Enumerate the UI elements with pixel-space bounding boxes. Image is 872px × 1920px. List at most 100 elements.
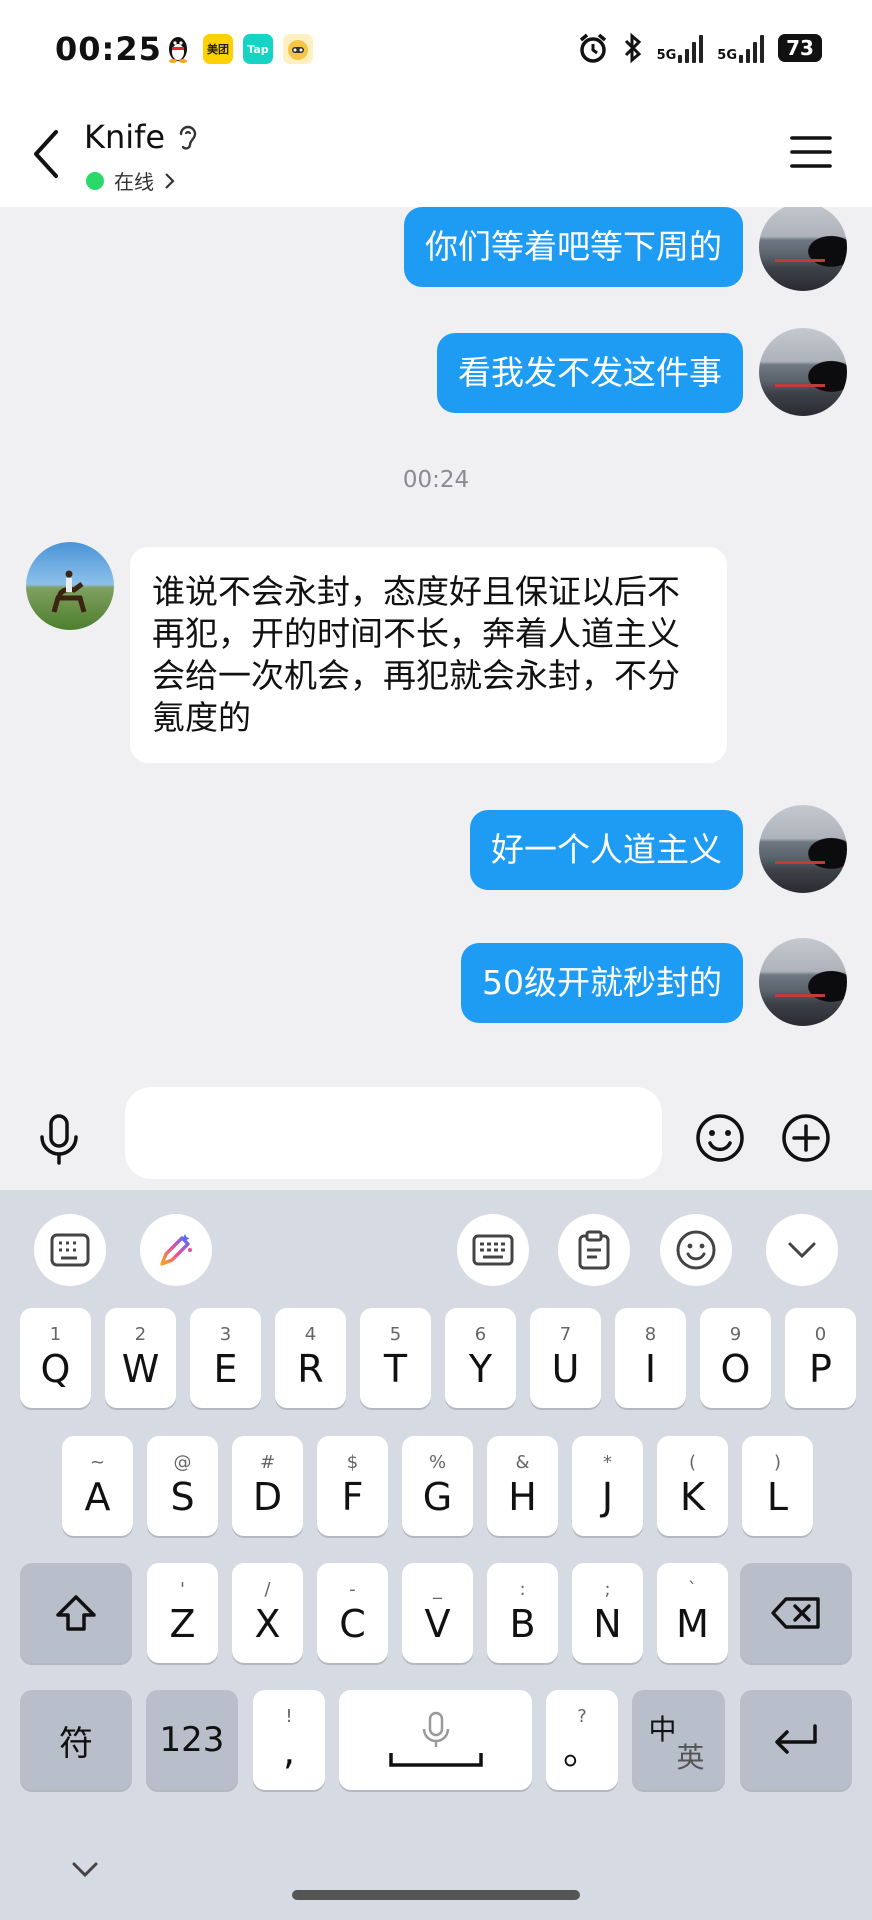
key-u[interactable]: 7U: [530, 1308, 601, 1408]
key-l[interactable]: ) L: [742, 1436, 813, 1536]
key-f[interactable]: $ F: [317, 1436, 388, 1536]
ear-icon: [176, 122, 200, 154]
key-hint: 6: [474, 1324, 487, 1345]
home-indicator[interactable]: [292, 1890, 580, 1900]
message-bubble-outgoing[interactable]: 看我发不发这件事: [437, 333, 743, 413]
key-g[interactable]: % G: [402, 1436, 473, 1536]
key-hint: ': [180, 1579, 185, 1600]
key-j[interactable]: * J: [572, 1436, 643, 1536]
key-hint: 3: [219, 1324, 232, 1345]
menu-button[interactable]: [790, 134, 832, 170]
message-bubble-incoming[interactable]: 谁说不会永封，态度好且保证以后不再犯，开的时间不长，奔着人道主义会给一次机会，再…: [130, 547, 727, 763]
back-button[interactable]: [28, 126, 68, 182]
tap-app-icon: Tap: [243, 34, 273, 64]
comma-key[interactable]: ! ,: [253, 1690, 325, 1790]
key-h[interactable]: & H: [487, 1436, 558, 1536]
keyboard-switch-button[interactable]: [457, 1214, 529, 1286]
voice-input-button[interactable]: [36, 1113, 82, 1165]
key-b[interactable]: :B: [487, 1563, 558, 1663]
message-bubble-outgoing[interactable]: 50级开就秒封的: [461, 943, 743, 1023]
key-n[interactable]: ; N: [572, 1563, 643, 1663]
self-avatar[interactable]: [759, 938, 847, 1026]
key-w[interactable]: 2W: [105, 1308, 176, 1408]
key-label: Y: [468, 1347, 493, 1391]
key-p[interactable]: 0P: [785, 1308, 856, 1408]
shift-key[interactable]: [20, 1563, 132, 1663]
key-z[interactable]: ' Z: [147, 1563, 218, 1663]
key-o[interactable]: 9O: [700, 1308, 771, 1408]
message-bubble-outgoing[interactable]: 好一个人道主义: [470, 810, 743, 890]
key-d[interactable]: # D: [232, 1436, 303, 1536]
key-v[interactable]: _ V: [402, 1563, 473, 1663]
smiley-icon: [696, 1114, 744, 1162]
spacebar-icon: [388, 1753, 483, 1767]
enter-key[interactable]: [740, 1690, 852, 1790]
chat-header: Knife 在线: [0, 100, 872, 207]
key-q[interactable]: 1Q: [20, 1308, 91, 1408]
language-switch-glyph: 中 英: [647, 1708, 711, 1774]
key-c[interactable]: -C: [317, 1563, 388, 1663]
self-avatar[interactable]: [759, 805, 847, 893]
hide-toolbar-button[interactable]: [766, 1214, 838, 1286]
key-a[interactable]: ~ A: [62, 1436, 133, 1536]
key-label: B: [509, 1602, 536, 1646]
key-e[interactable]: 3E: [190, 1308, 261, 1408]
comma-key-label: ,: [282, 1729, 296, 1773]
emoji-button[interactable]: [694, 1112, 746, 1164]
key-s[interactable]: @ S: [147, 1436, 218, 1536]
collapse-keyboard-button[interactable]: [70, 1860, 100, 1880]
key-hint: 8: [644, 1324, 657, 1345]
magic-pen-icon: [160, 1234, 192, 1266]
numbers-key[interactable]: 123: [146, 1690, 238, 1790]
plus-circle-icon: [782, 1114, 830, 1162]
key-label: S: [170, 1475, 195, 1519]
self-avatar[interactable]: [759, 207, 847, 291]
key-y[interactable]: 6Y: [445, 1308, 516, 1408]
key-hint: _: [433, 1579, 442, 1600]
clipboard-button[interactable]: [558, 1214, 630, 1286]
key-label: I: [644, 1347, 657, 1391]
keyboard-settings-button[interactable]: [34, 1214, 106, 1286]
key-hint: *: [603, 1452, 612, 1473]
key-label: Q: [40, 1347, 71, 1391]
key-t[interactable]: 5T: [360, 1308, 431, 1408]
backspace-key[interactable]: [740, 1563, 852, 1663]
chevron-down-icon: [72, 1862, 98, 1878]
period-key[interactable]: ? 。: [546, 1690, 618, 1790]
symbols-key[interactable]: 符: [20, 1690, 132, 1790]
key-i[interactable]: 8I: [615, 1308, 686, 1408]
keyboard-emoji-button[interactable]: [660, 1214, 732, 1286]
message-bubble-outgoing[interactable]: 你们等着吧等下周的: [404, 207, 743, 287]
qq-penguin-icon: [163, 34, 193, 64]
clipboard-icon: [578, 1230, 610, 1270]
status-bar: 00:25 美团 Tap 5G 5G 73: [0, 0, 872, 100]
key-label: X: [254, 1602, 281, 1646]
key-r[interactable]: 4R: [275, 1308, 346, 1408]
key-m[interactable]: ` M: [657, 1563, 728, 1663]
contact-name[interactable]: Knife: [84, 118, 165, 156]
network-type-2: 5G: [717, 48, 737, 63]
online-status[interactable]: 在线: [86, 166, 176, 195]
bluetooth-icon: [624, 32, 641, 64]
key-hint: (: [688, 1452, 697, 1473]
game-app-icon: [283, 34, 313, 64]
more-actions-button[interactable]: [780, 1112, 832, 1164]
message-input[interactable]: [125, 1087, 662, 1179]
return-arrow-icon: [775, 1724, 817, 1754]
self-avatar[interactable]: [759, 328, 847, 416]
key-x[interactable]: / X: [232, 1563, 303, 1663]
signal-1: 5G: [657, 33, 704, 63]
key-hint: 4: [304, 1324, 317, 1345]
ai-writing-button[interactable]: [140, 1214, 212, 1286]
key-hint: #: [259, 1452, 276, 1473]
microphone-icon: [422, 1711, 449, 1747]
key-k[interactable]: (K: [657, 1436, 728, 1536]
contact-avatar[interactable]: [26, 542, 114, 630]
signal-bars-icon: [739, 33, 764, 63]
key-hint: -: [349, 1579, 356, 1600]
key-label: J: [601, 1475, 614, 1519]
numbers-key-label: 123: [159, 1720, 225, 1760]
language-switch-key[interactable]: 中 英: [632, 1690, 725, 1790]
space-key[interactable]: [339, 1690, 532, 1790]
key-label: N: [593, 1602, 622, 1646]
